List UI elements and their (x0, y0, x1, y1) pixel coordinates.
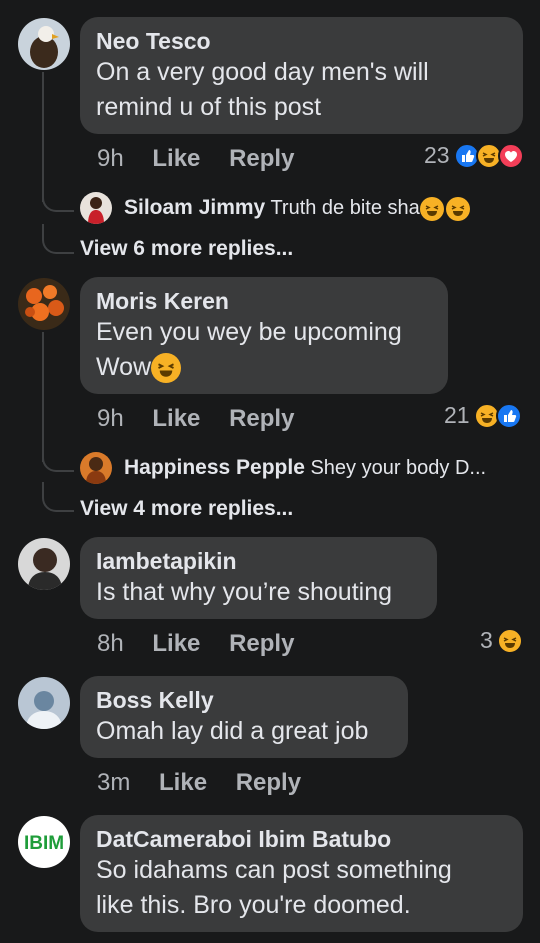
comment-actions: 9h Like Reply (97, 145, 316, 173)
like-button[interactable]: Like (152, 630, 200, 657)
avatar[interactable] (18, 538, 70, 590)
reaction-count: 21 (444, 402, 470, 428)
comment-text: Omah lay did a great job (96, 717, 369, 745)
laugh-icon (496, 627, 523, 654)
like-button[interactable]: Like (159, 769, 207, 796)
like-button[interactable]: Like (152, 405, 200, 432)
flowers-avatar-icon (25, 285, 64, 321)
comment-bubble[interactable]: Moris Keren Even you wey be upcoming Wow (80, 277, 448, 394)
laugh-emoji-icon (419, 196, 444, 221)
person-avatar-icon (28, 548, 62, 590)
comment-bubble[interactable]: Neo Tesco On a very good day men's will … (80, 17, 523, 134)
laugh-emoji-icon (151, 353, 182, 384)
thread-connector (42, 224, 74, 254)
laugh-emoji-icon (445, 196, 470, 221)
svg-text:IBIM: IBIM (24, 833, 64, 854)
reply-author[interactable]: Happiness Pepple (124, 456, 305, 479)
reply-button[interactable]: Reply (229, 405, 294, 432)
view-more-replies-link[interactable]: View 6 more replies... (80, 237, 293, 261)
reply-button[interactable]: Reply (236, 769, 301, 796)
comment-text: Even you wey be upcoming Wow (96, 315, 432, 385)
reply-author[interactable]: Siloam Jimmy (124, 196, 265, 219)
avatar[interactable] (18, 18, 70, 70)
ibim-logo-icon: IBIM (24, 833, 64, 854)
reply-button[interactable]: Reply (229, 145, 294, 172)
reaction-summary[interactable]: 3 (480, 627, 523, 654)
comment-actions: 3m Like Reply (97, 769, 323, 797)
reply-text: Truth de bite sha (270, 197, 420, 219)
comment-actions: 9h Like Reply (97, 405, 316, 433)
comment-time[interactable]: 9h (97, 145, 124, 172)
reaction-summary[interactable]: 23 (424, 142, 524, 169)
avatar[interactable] (80, 452, 112, 484)
thread-connector (42, 482, 74, 512)
reaction-count: 3 (480, 627, 493, 653)
comment-time[interactable]: 3m (97, 769, 130, 796)
reply-button[interactable]: Reply (229, 630, 294, 657)
person-avatar-icon (88, 197, 104, 224)
reply-preview[interactable]: Siloam Jimmy Truth de bite sha (124, 196, 470, 221)
reaction-count: 23 (424, 142, 450, 168)
thread-connector (42, 440, 74, 472)
like-button[interactable]: Like (152, 145, 200, 172)
avatar[interactable] (18, 278, 70, 330)
avatar[interactable]: IBIM (18, 816, 70, 868)
comment-bubble[interactable]: DatCameraboi Ibim Batubo So idahams can … (80, 815, 523, 932)
reaction-summary[interactable]: 21 (444, 402, 522, 429)
thread-connector (42, 180, 74, 212)
comment-time[interactable]: 9h (97, 405, 124, 432)
comment-author[interactable]: Moris Keren (96, 287, 432, 315)
comment-text: Is that why you’re shouting (96, 578, 392, 606)
comment-text: On a very good day men's will remind u o… (96, 58, 429, 121)
comment-actions: 8h Like Reply (97, 630, 316, 658)
comment-text: So idahams can post something like this.… (96, 856, 452, 919)
like-icon (495, 402, 522, 429)
reply-preview[interactable]: Happiness Pepple Shey your body D... (124, 456, 486, 480)
comment-author[interactable]: DatCameraboi Ibim Batubo (96, 825, 507, 853)
comment-time[interactable]: 8h (97, 630, 124, 657)
avatar[interactable] (80, 192, 112, 224)
view-more-replies-link[interactable]: View 4 more replies... (80, 497, 293, 521)
person-avatar-icon (26, 691, 62, 729)
comment-author[interactable]: Neo Tesco (96, 27, 507, 55)
comment-bubble[interactable]: Boss Kelly Omah lay did a great job (80, 676, 408, 758)
eagle-avatar-icon (30, 26, 59, 68)
person-avatar-icon (86, 457, 106, 484)
reply-text: Shey your body D... (310, 457, 487, 479)
avatar[interactable] (18, 677, 70, 729)
comment-author[interactable]: Iambetapikin (96, 547, 421, 575)
comment-bubble[interactable]: Iambetapikin Is that why you’re shouting (80, 537, 437, 619)
love-icon (497, 142, 524, 169)
comment-author[interactable]: Boss Kelly (96, 686, 392, 714)
